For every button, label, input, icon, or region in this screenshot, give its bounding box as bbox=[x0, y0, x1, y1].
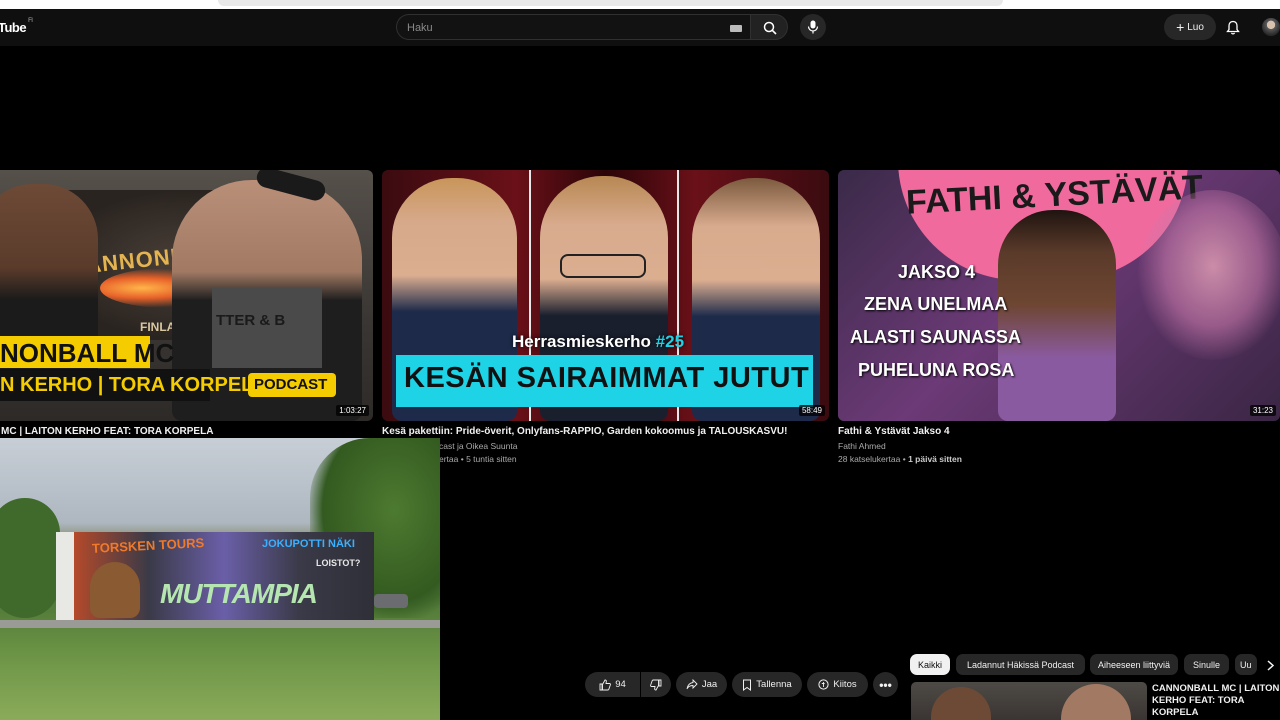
video-title[interactable]: Fathi & Ystävät Jakso 4 bbox=[838, 426, 1280, 437]
video-card-herrasmieskerho[interactable]: Herrasmieskerho #25 KESÄN SAIRAIMMAT JUT… bbox=[382, 170, 829, 464]
like-button[interactable]: 94 bbox=[585, 672, 640, 697]
notifications-button[interactable] bbox=[1226, 20, 1240, 40]
mini-player[interactable]: TORSKEN TOURS JOKUPOTTI NÄKI LOISTOT? MU… bbox=[0, 438, 440, 720]
video-thumbnail[interactable]: CANNONBALL MC FINLAN TTER & B NONBALL MC… bbox=[0, 170, 373, 421]
search-input[interactable] bbox=[407, 20, 707, 36]
search-button[interactable] bbox=[750, 14, 788, 40]
thanks-icon bbox=[818, 679, 829, 690]
chevron-right-icon bbox=[1266, 659, 1274, 671]
thanks-button[interactable]: Kiitos bbox=[807, 672, 868, 697]
episode-line-3: ALASTI SAUNASSA bbox=[850, 327, 1022, 347]
channel-name[interactable]: cast ja Oikea Suunta bbox=[382, 441, 829, 451]
related-video-title[interactable]: CANNONBALL MC | LAITON KERHO FEAT: TORA … bbox=[1152, 683, 1280, 719]
video-thumbnail[interactable]: FATHI & YSTÄVÄT JAKSO 4 ZENA UNELMAA ALA… bbox=[838, 170, 1280, 421]
path bbox=[0, 620, 440, 628]
thumb-title-line1: NONBALL MC bbox=[0, 338, 175, 368]
chip-for-you[interactable]: Sinulle bbox=[1184, 654, 1229, 675]
related-host-right bbox=[1061, 684, 1131, 720]
video-stats: 28 katselukertaa • 1 päivä sitten bbox=[838, 454, 962, 464]
microphone-icon bbox=[807, 20, 819, 34]
plus-icon: + bbox=[1176, 19, 1185, 35]
video-card-cannonball[interactable]: CANNONBALL MC FINLAN TTER & B NONBALL MC… bbox=[0, 170, 373, 437]
more-actions-button[interactable]: ••• bbox=[873, 672, 898, 697]
video-duration: 58:49 bbox=[798, 405, 825, 416]
chips-next-button[interactable] bbox=[1262, 657, 1278, 673]
shirt-print: TTER & B bbox=[216, 312, 286, 329]
share-label: Jaa bbox=[701, 679, 718, 690]
share-icon bbox=[686, 679, 698, 690]
view-count: 28 katselukertaa bbox=[838, 454, 901, 464]
episode-line-1: JAKSO 4 bbox=[898, 262, 976, 282]
video-duration: 31:23 bbox=[1249, 405, 1276, 416]
building-pillar bbox=[56, 532, 76, 622]
create-label: Luo bbox=[1187, 21, 1204, 33]
create-button[interactable]: + Luo bbox=[1164, 14, 1216, 40]
related-host-left bbox=[931, 687, 991, 720]
video-title[interactable]: Kesä pakettiin: Pride-överit, Onlyfans-R… bbox=[382, 426, 829, 437]
chip-all[interactable]: Kaikki bbox=[910, 654, 950, 675]
keyboard-icon[interactable] bbox=[730, 25, 742, 32]
youtube-logo[interactable]: Tube FI bbox=[0, 18, 33, 35]
graffiti-face bbox=[90, 562, 140, 618]
country-code: FI bbox=[28, 18, 33, 24]
video-stats: ertaa • 5 tuntia sitten bbox=[439, 454, 517, 464]
bookmark-icon bbox=[743, 679, 752, 691]
save-button[interactable]: Tallenna bbox=[732, 672, 802, 697]
thumbs-up-icon bbox=[599, 679, 612, 690]
graffiti-text-big: MUTTAMPIA bbox=[160, 578, 318, 609]
graffiti-text-right: JOKUPOTTI NÄKI bbox=[262, 538, 355, 550]
share-button[interactable]: Jaa bbox=[676, 672, 727, 697]
video-card-fathi[interactable]: FATHI & YSTÄVÄT JAKSO 4 ZENA UNELMAA ALA… bbox=[838, 170, 1280, 464]
upload-age: 1 päivä sitten bbox=[908, 454, 962, 464]
related-video-thumbnail[interactable] bbox=[911, 682, 1147, 720]
save-label: Tallenna bbox=[756, 679, 792, 690]
search-icon bbox=[763, 21, 777, 35]
episode-line-4: PUHELUNA ROSA bbox=[858, 360, 1015, 380]
more-icon: ••• bbox=[879, 677, 892, 692]
chip-channel[interactable]: Ladannut Häkissä Podcast bbox=[956, 654, 1085, 675]
thanks-label: Kiitos bbox=[833, 679, 857, 690]
browser-top-bar bbox=[0, 0, 1280, 9]
podcast-badge-text: PODCAST bbox=[254, 376, 328, 393]
episode-line-2: ZENA UNELMAA bbox=[864, 294, 1008, 314]
video-title[interactable]: MC | LAITON KERHO FEAT: TORA KORPELA bbox=[0, 426, 373, 437]
chip-related[interactable]: Aiheeseen liittyviä bbox=[1090, 654, 1178, 675]
blurred-hand bbox=[1138, 190, 1280, 360]
glasses bbox=[560, 254, 646, 278]
video-duration: 1:03:27 bbox=[336, 405, 369, 416]
title-banner-text: KESÄN SAIRAIMMAT JUTUT bbox=[404, 362, 810, 394]
parked-car bbox=[374, 594, 408, 608]
tree-left bbox=[0, 498, 60, 618]
host-figure bbox=[998, 210, 1116, 421]
series-name: Herrasmieskerho #25 bbox=[512, 332, 685, 351]
masthead: TubeFI + Luo bbox=[0, 9, 1280, 46]
video-thumbnail[interactable]: Herrasmieskerho #25 KESÄN SAIRAIMMAT JUT… bbox=[382, 170, 829, 421]
like-count: 94 bbox=[615, 679, 626, 690]
chip-new[interactable]: Uu bbox=[1235, 654, 1257, 675]
thumb-title-line2: N KERHO | TORA KORPELA bbox=[0, 374, 268, 396]
channel-name[interactable]: Fathi Ahmed bbox=[838, 441, 1280, 451]
graffiti-text-right-2: LOISTOT? bbox=[316, 558, 361, 568]
logo-text[interactable]: Tube bbox=[0, 20, 27, 35]
voice-search-button[interactable] bbox=[800, 14, 826, 40]
browser-address-pill bbox=[218, 0, 1003, 6]
search-box bbox=[396, 14, 750, 40]
thumbs-down-icon bbox=[650, 679, 662, 690]
account-avatar[interactable] bbox=[1262, 18, 1280, 36]
dislike-button[interactable] bbox=[641, 672, 671, 697]
bell-icon bbox=[1226, 20, 1240, 35]
